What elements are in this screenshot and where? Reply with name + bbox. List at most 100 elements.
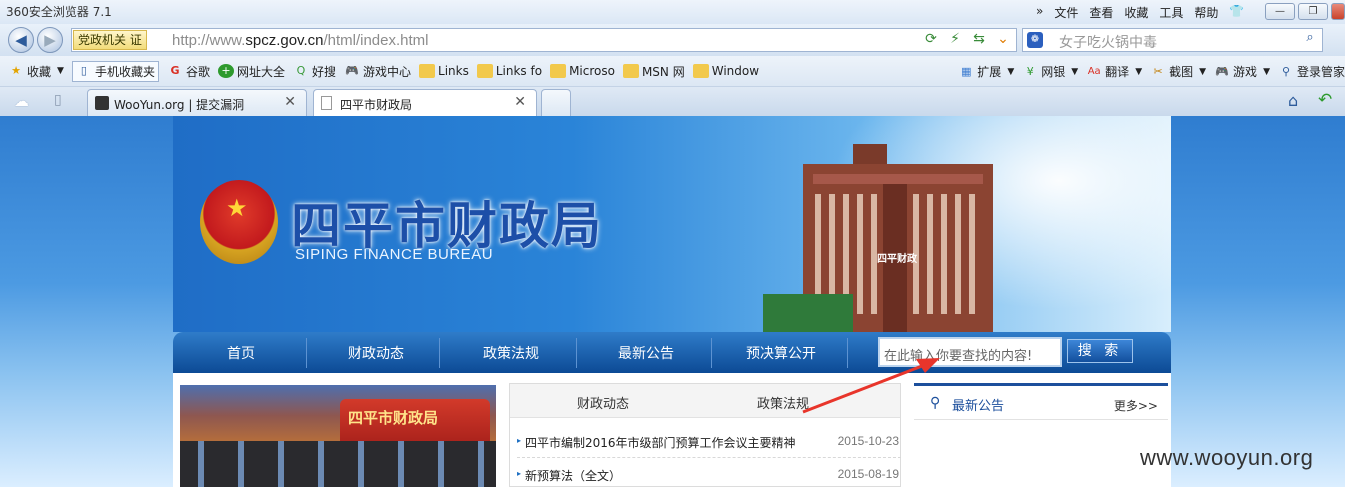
site-search-button[interactable]: 搜 索 [1067, 339, 1133, 363]
url-domain: spcz.gov.cn [245, 32, 324, 49]
ext-label: 游戏 [1233, 65, 1258, 79]
folder-icon [622, 64, 639, 78]
news-date: 2015-10-23 [837, 434, 899, 448]
menu-file[interactable]: 文件 [1054, 4, 1078, 21]
tab-siping[interactable]: 四平市财政局 ✕ [313, 89, 537, 116]
fav-item-hao[interactable]: + 网址大全 [217, 63, 285, 80]
ext-translate[interactable]: Aa 翻译 ▼ [1086, 63, 1142, 80]
nav-finance-news[interactable]: 财政动态 [348, 343, 404, 363]
fav-item-games[interactable]: 🎮 游戏中心 [344, 63, 411, 80]
dropdown-icon[interactable]: ⌄ [994, 31, 1012, 47]
search-icon: Q [296, 64, 306, 77]
fav-label: Links [438, 64, 469, 78]
tab-close-icon[interactable]: ✕ [514, 94, 526, 110]
nav-divider [847, 338, 848, 368]
minimize-button[interactable]: — [1265, 3, 1295, 20]
nav-policy[interactable]: 政策法规 [483, 343, 539, 363]
cloud-icon[interactable]: ☁ [14, 92, 29, 110]
mobile-icon[interactable]: ▯ [54, 92, 62, 108]
fav-label: 收藏 [27, 64, 52, 79]
notice-panel: ⚲ 最新公告 更多>> [914, 383, 1168, 487]
undo-close-icon[interactable]: ↶ [1318, 90, 1332, 110]
fav-item-haosou[interactable]: Q 好搜 [293, 63, 336, 80]
url-prefix: http://www. [172, 32, 246, 49]
fav-item-msn[interactable]: MSN 网 [622, 63, 685, 80]
news-row[interactable]: ▸ 新预算法（全文） 2015-08-19 [517, 459, 901, 487]
fav-item-links[interactable]: Links [419, 64, 469, 78]
gov-cert-badge[interactable]: 党政机关 证 [73, 30, 147, 50]
nav-budget[interactable]: 预决算公开 [746, 343, 816, 363]
fav-label: MSN 网 [641, 64, 685, 79]
favorites-bar: ★ 收藏 ▼ ▯ 手机收藏夹 G 谷歌 + 网址大全 Q 好搜 🎮 游戏中心 Links Li… [0, 56, 1345, 87]
bank-icon: ¥ [1026, 64, 1034, 78]
url-text[interactable]: http://www.spcz.gov.cn/html/index.html [172, 32, 429, 49]
grid-icon: ▦ [961, 64, 972, 78]
search-input[interactable]: 女子吃火锅中毒 [1059, 32, 1157, 52]
tab-close-icon[interactable]: ✕ [284, 94, 296, 110]
nav-home[interactable]: 首页 [227, 343, 255, 363]
notice-title: 最新公告 [952, 399, 1005, 414]
news-title[interactable]: 新预算法（全文） [525, 467, 621, 484]
ext-bank[interactable]: ¥ 网银 ▼ [1022, 63, 1078, 80]
forward-button[interactable]: ▶ [37, 27, 63, 53]
building-image: 四平财政 [763, 144, 993, 332]
ext-screenshot[interactable]: ✂ 截图 ▼ [1150, 63, 1207, 80]
menu-tools[interactable]: 工具 [1159, 4, 1183, 21]
news-panel: 财政动态 政策法规 ▸ 四平市编制2016年市级部门预算工作会议主要精神 201… [509, 383, 901, 487]
gamepad-icon: 🎮 [1215, 64, 1229, 78]
search-icon[interactable]: ⌕ [1300, 30, 1320, 50]
chevron-down-icon: ▼ [1135, 66, 1143, 77]
maximize-button[interactable]: ❐ [1298, 3, 1328, 20]
national-emblem-icon: ★ [200, 180, 278, 264]
page-favicon-icon [321, 96, 332, 110]
news-row[interactable]: ▸ 四平市编制2016年市级部门预算工作会议主要精神 2015-10-23 [517, 426, 901, 458]
new-tab-button[interactable] [541, 89, 571, 116]
nav-divider [306, 338, 307, 368]
main-nav: 首页 财政动态 政策法规 最新公告 预决算公开 在此输入你要查找的内容! 搜 索 [173, 332, 1171, 373]
fav-item-windows[interactable]: Window [692, 64, 759, 78]
chevron-down-icon: ▼ [1007, 66, 1015, 77]
wooyun-favicon-icon [95, 96, 109, 110]
more-link[interactable]: 更多>> [1114, 397, 1158, 414]
featured-photo[interactable]: 四平市财政局 [180, 385, 496, 487]
menu-bar: » 文件 查看 收藏 工具 帮助 👕 [1036, 4, 1244, 21]
search-box[interactable]: ❁ 女子吃火锅中毒 ⌕ [1022, 28, 1323, 52]
ext-games[interactable]: 🎮 游戏 ▼ [1214, 63, 1270, 80]
menu-view[interactable]: 查看 [1089, 4, 1113, 21]
fav-item-google[interactable]: G 谷歌 [167, 63, 210, 80]
fav-item-mobile[interactable]: ▯ 手机收藏夹 [71, 60, 159, 82]
close-button[interactable] [1331, 3, 1345, 20]
refresh-icon[interactable]: ⟳ [922, 31, 940, 47]
web-page: ★ 四平市财政局 SIPING FINANCE BUREAU 四平财政 首页 财… [0, 116, 1345, 487]
ext-login[interactable]: ⚲ 登录管家 [1278, 63, 1345, 80]
menu-favorites[interactable]: 收藏 [1124, 4, 1148, 21]
home-icon[interactable]: ⌂ [1288, 91, 1298, 110]
building-sign: 四平财政 [877, 252, 918, 265]
skin-icon[interactable]: 👕 [1229, 4, 1244, 21]
tab-wooyun[interactable]: WooYun.org | 提交漏洞 ✕ [87, 89, 307, 116]
tab-finance-news[interactable]: 财政动态 [577, 393, 629, 412]
news-title[interactable]: 四平市编制2016年市级部门预算工作会议主要精神 [525, 434, 796, 451]
folder-icon [476, 64, 493, 78]
address-bar[interactable]: 党政机关 证 http://www.spcz.gov.cn/html/index… [71, 28, 1017, 52]
forward-arrow-icon: ▶ [44, 31, 56, 49]
gamepad-icon: 🎮 [345, 64, 359, 77]
menu-more[interactable]: » [1036, 4, 1043, 21]
nav-divider [576, 338, 577, 368]
fav-item-links-fo[interactable]: Links fo [476, 64, 542, 78]
tab-policy[interactable]: 政策法规 [757, 393, 809, 412]
tab-bar: ☁ ▯ WooYun.org | 提交漏洞 ✕ 四平市财政局 ✕ ⌂ ↶ [0, 87, 1345, 116]
back-button[interactable]: ◀ [8, 27, 34, 53]
site-search-input[interactable]: 在此输入你要查找的内容! [878, 337, 1062, 367]
compat-mode-icon[interactable]: ⇆ [970, 31, 988, 47]
ext-extend[interactable]: ▦ 扩展 ▼ [958, 63, 1014, 80]
chevron-down-icon: ▼ [1263, 66, 1270, 77]
fav-item-collect[interactable]: ★ 收藏 ▼ [8, 63, 64, 80]
search-engine-icon[interactable]: ❁ [1027, 32, 1043, 48]
fav-label: 好搜 [311, 64, 336, 79]
url-path: /html/index.html [323, 32, 429, 49]
menu-help[interactable]: 帮助 [1194, 4, 1218, 21]
fav-item-microsoft[interactable]: Microso [550, 64, 615, 78]
lightning-icon[interactable]: ⚡ [946, 31, 964, 47]
nav-notices[interactable]: 最新公告 [618, 343, 674, 363]
